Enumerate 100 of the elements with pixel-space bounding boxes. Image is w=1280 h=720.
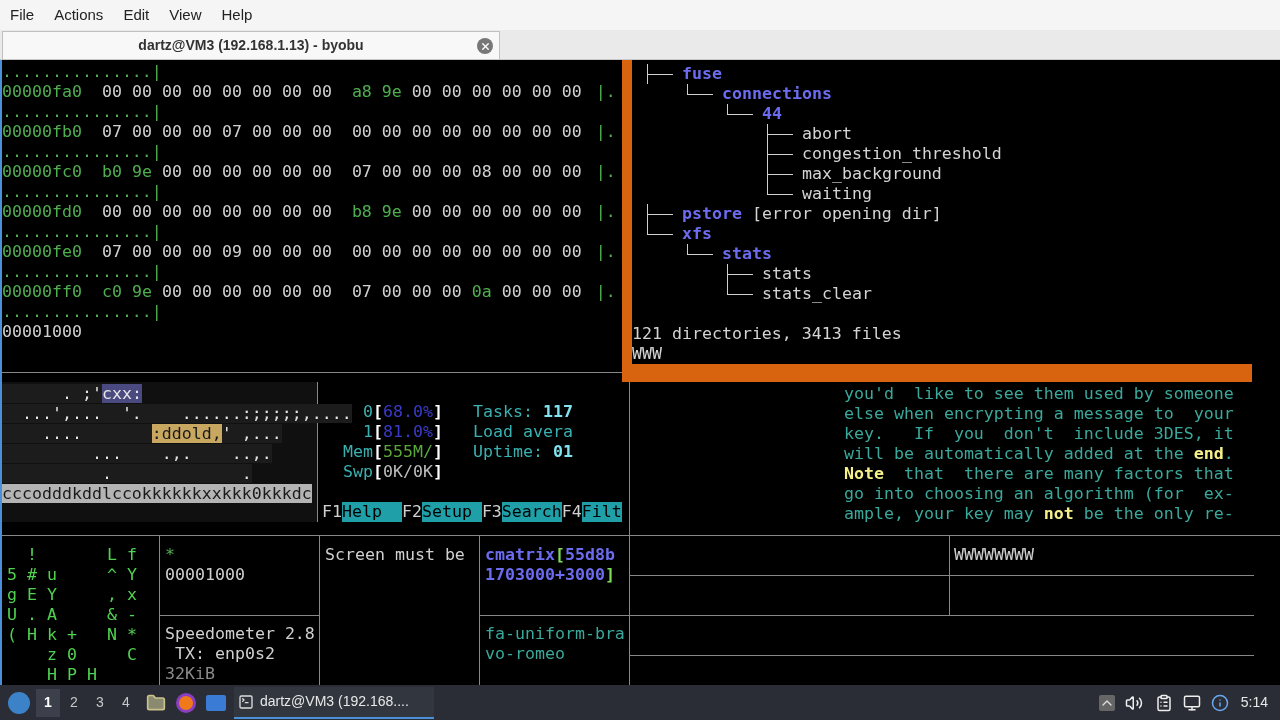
hex-byte: 00 [471, 202, 492, 222]
clipboard-icon[interactable] [1154, 693, 1173, 712]
hex-byte: 00 [161, 242, 182, 262]
hex-byte: 00 [221, 282, 242, 302]
matrix-rain-line: gEY ,x [7, 585, 147, 605]
hex-byte: 00 [441, 162, 462, 182]
hex-byte: 00 [251, 162, 272, 182]
error-note: [error opening dir] [751, 204, 942, 224]
notification-icon[interactable] [1210, 693, 1229, 712]
hex-byte: 00 [561, 122, 582, 142]
hex-byte: 00 [221, 82, 242, 102]
workspace-button[interactable]: 3 [88, 688, 112, 717]
menu-item[interactable]: View [161, 3, 210, 27]
speedometer-line: 32KiB [165, 664, 215, 684]
screen-message: Screen must be [325, 545, 465, 565]
folder-icon[interactable] [146, 692, 166, 713]
hex-byte: 00 [501, 82, 522, 102]
hex-byte: 00 [221, 162, 242, 182]
hex-byte: 09 [221, 242, 242, 262]
speedometer-line: TX: enp0s2 [174, 644, 275, 664]
hex-byte: 00 [381, 122, 402, 142]
hex-byte: 00 [381, 162, 402, 182]
scroll-up-icon[interactable] [1098, 694, 1115, 711]
ascii-column: |. [595, 162, 616, 182]
window-icon[interactable] [206, 694, 226, 711]
hex-byte: 0a [471, 282, 492, 302]
speedometer-line: Speedometer 2.8 [165, 624, 315, 644]
start-menu-icon[interactable] [8, 691, 30, 714]
hex-byte: 00 [351, 242, 372, 262]
task-button[interactable]: dartz@VM3 (192.168.... [234, 686, 434, 719]
usage-meter: Mem[555M/] [343, 442, 443, 462]
tree-line [687, 84, 713, 95]
hex-byte: c0 [102, 282, 122, 302]
menu-item[interactable]: File [2, 3, 43, 27]
workspace-button[interactable]: 4 [114, 688, 138, 717]
close-icon[interactable] [477, 38, 493, 54]
hex-byte: 00 [161, 122, 182, 142]
ascii-column: ...............| [2, 302, 162, 321]
hex-byte: 00 [501, 242, 522, 262]
workspace-button[interactable]: 2 [62, 688, 86, 717]
file-name: stats [762, 264, 812, 284]
hex-byte: 07 [102, 122, 122, 142]
menu-item[interactable]: Edit [115, 3, 158, 27]
ascii-column: ...............| [2, 142, 162, 161]
file-name: abort [802, 124, 852, 144]
hex-end-offset: 00001000 [2, 322, 82, 342]
hex-byte: 00 [441, 82, 462, 102]
hex-byte: 07 [351, 282, 372, 302]
network-icon[interactable] [1182, 693, 1201, 712]
man-page-line: you'd like to see them used by someone [844, 384, 1234, 404]
hex-byte: 00 [561, 162, 582, 182]
hex-byte: 9e [381, 82, 402, 102]
hex-byte: 00 [161, 282, 182, 302]
ascii-art-line: .... :ddold,' ,... [2, 424, 282, 444]
hex-byte: 00 [411, 242, 432, 262]
menu-item[interactable]: Actions [46, 3, 112, 27]
clock[interactable]: 5:14 [1240, 692, 1268, 713]
man-page-line: go into choosing an algorithm (for ex- [844, 484, 1234, 504]
terminal-tab[interactable]: dartz@VM3 (192.168.1.13) - byobu [2, 31, 500, 59]
tree-line [647, 64, 673, 84]
process-name-line: cmatrix[55d8b [485, 545, 615, 565]
hex-byte: 00 [191, 282, 212, 302]
volume-icon[interactable] [1124, 693, 1143, 712]
hex-byte: 00 [471, 242, 492, 262]
hex-offset: 00000fa0 [2, 82, 83, 102]
ascii-column: |. [595, 242, 616, 262]
man-page-line: ample, your key may not be the only re- [844, 504, 1234, 524]
menu-item[interactable]: Help [213, 3, 261, 27]
grid-text: WWWWWWWW [954, 545, 1034, 564]
hex-byte: 00 [561, 282, 582, 302]
directory-name: 44 [762, 104, 782, 124]
hex-byte: 00 [531, 162, 552, 182]
usage-meter: Swp[0K/0K] [343, 462, 443, 482]
hex-byte: 00 [501, 122, 522, 142]
hex-byte: 00 [351, 122, 372, 142]
file-name: waiting [802, 184, 872, 204]
hex-byte: 00 [281, 122, 302, 142]
ascii-column: |. [595, 122, 616, 142]
hex-byte: 00 [471, 122, 492, 142]
system-stat: Load avera [473, 422, 573, 442]
hex-byte: a8 [351, 82, 372, 102]
hex-byte: b8 [351, 202, 372, 222]
hex-byte: 00 [561, 82, 582, 102]
terminal-icon [238, 693, 254, 710]
workspace-button[interactable]: 1 [36, 688, 60, 717]
directory-name: connections [722, 84, 832, 104]
hex-byte: 07 [102, 242, 122, 262]
hex-byte: 00 [531, 82, 552, 102]
hex-byte: 00 [161, 202, 182, 222]
browser-icon[interactable] [176, 692, 196, 713]
man-page-line: key. If you don't include 3DES, it [844, 424, 1234, 444]
shell-prompt: WWW [632, 344, 662, 364]
tree-line [767, 144, 793, 164]
hex-byte: 00 [191, 202, 212, 222]
ascii-column: ...............| [2, 62, 162, 81]
hostname-line: vo-romeo [485, 644, 565, 664]
matrix-rain-line: (Hk+ N* [7, 625, 147, 645]
hex-byte: 00 [281, 202, 302, 222]
hex-byte: 00 [132, 202, 152, 222]
hex-byte: 00 [311, 162, 332, 182]
